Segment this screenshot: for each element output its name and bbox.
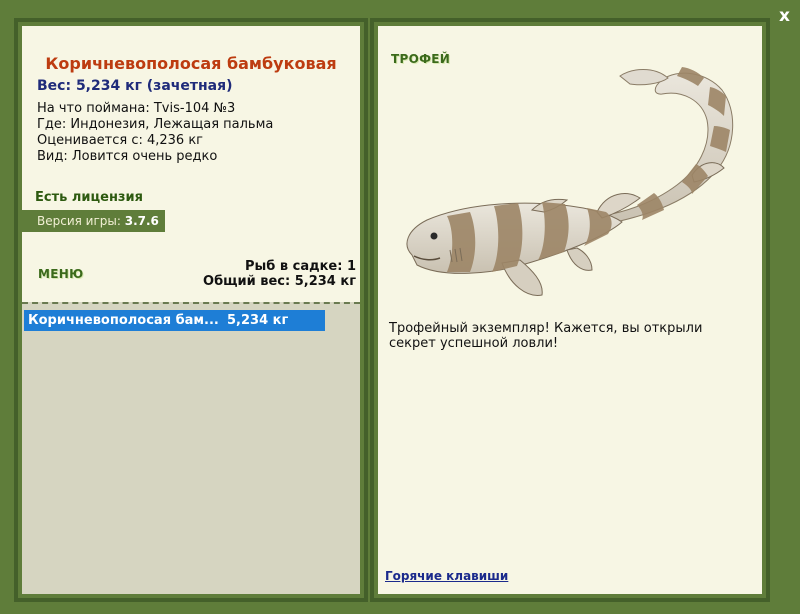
fish-info-panel: Коричневополосая бамбуковая Вес: 5,234 к… xyxy=(22,26,360,594)
fish-weight: Вес: 5,234 кг (зачетная) xyxy=(37,78,233,94)
rarity-info: Вид: Ловится очень редко xyxy=(37,149,218,164)
keepnet-stats: Рыб в садке: 1 Общий вес: 5,234 кг xyxy=(203,259,356,289)
hotkeys-link[interactable]: Горячие клавиши xyxy=(385,569,508,583)
list-item[interactable]: Коричневополосая бам... 5,234 кг xyxy=(24,310,325,331)
list-item-name: Коричневополосая бам... xyxy=(28,313,219,328)
fish-title: Коричневополосая бамбуковая xyxy=(45,54,337,73)
trophy-panel: ТРОФЕЙ Трофейный экземпляр! Кажется, вы … xyxy=(378,26,762,594)
fish-count: Рыб в садке: 1 xyxy=(244,259,356,274)
version-bar: Версия игры: 3.7.6 xyxy=(22,210,165,232)
right-panel: ТРОФЕЙ Трофейный экземпляр! Кажется, вы … xyxy=(370,18,770,602)
left-panel: Коричневополосая бамбуковая Вес: 5,234 к… xyxy=(14,18,368,602)
location-info: Где: Индонезия, Лежащая пальма xyxy=(37,117,274,132)
version-label: Версия игры: xyxy=(37,214,121,228)
min-weight-info: Оценивается с: 4,236 кг xyxy=(37,133,204,148)
total-weight: Общий вес: 5,234 кг xyxy=(203,274,356,289)
close-button[interactable]: x xyxy=(779,6,790,26)
list-item-weight: 5,234 кг xyxy=(227,313,289,328)
catch-list[interactable]: Коричневополосая бам... 5,234 кг xyxy=(22,302,360,594)
license-status: Есть лицензия xyxy=(35,190,143,205)
bait-info: На что поймана: Tvis-104 №3 xyxy=(37,101,236,116)
shark-image xyxy=(406,67,734,296)
trophy-message: Трофейный экземпляр! Кажется, вы открыли… xyxy=(389,321,703,351)
menu-button[interactable]: МЕНЮ xyxy=(38,267,83,281)
version-value: 3.7.6 xyxy=(124,214,159,228)
